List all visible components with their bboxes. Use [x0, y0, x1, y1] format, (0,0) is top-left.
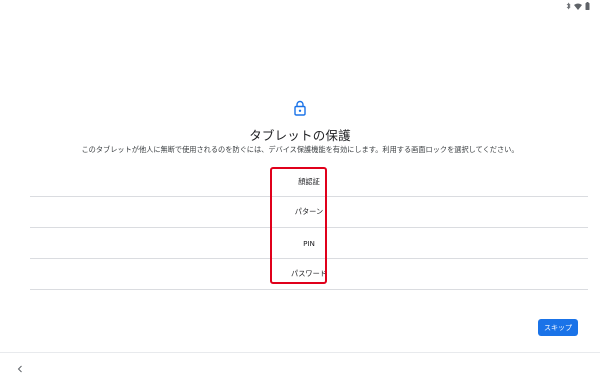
option-label: パターン [294, 207, 324, 216]
option-label: 顔認証 [298, 176, 320, 186]
screen-lock-options: 顔認証 パターン PIN パスワード [30, 167, 588, 290]
option-label: パスワード [291, 269, 327, 278]
option-label: PIN [303, 238, 315, 248]
battery-icon [585, 2, 590, 10]
page-description: このタブレットが他人に無断で使用されるのを防ぐには、デバイス保護機能を有効にしま… [81, 145, 519, 154]
bluetooth-icon [566, 2, 571, 10]
lock-setup-screen: タブレットの保護 このタブレットが他人に無断で使用されるのを防ぐには、デバイス保… [0, 0, 600, 375]
status-icons [566, 2, 590, 10]
page-title: タブレットの保護 [249, 128, 351, 143]
option-pin[interactable]: PIN [30, 228, 588, 259]
nav-divider [0, 352, 600, 353]
option-password[interactable]: パスワード [30, 259, 588, 290]
skip-button[interactable]: スキップ [538, 319, 578, 336]
lock-icon [293, 100, 307, 116]
status-bar [0, 0, 600, 12]
option-face-unlock[interactable]: 顔認証 [30, 167, 588, 197]
option-pattern[interactable]: パターン [30, 197, 588, 228]
back-icon[interactable] [16, 359, 24, 373]
wifi-icon [574, 3, 582, 10]
